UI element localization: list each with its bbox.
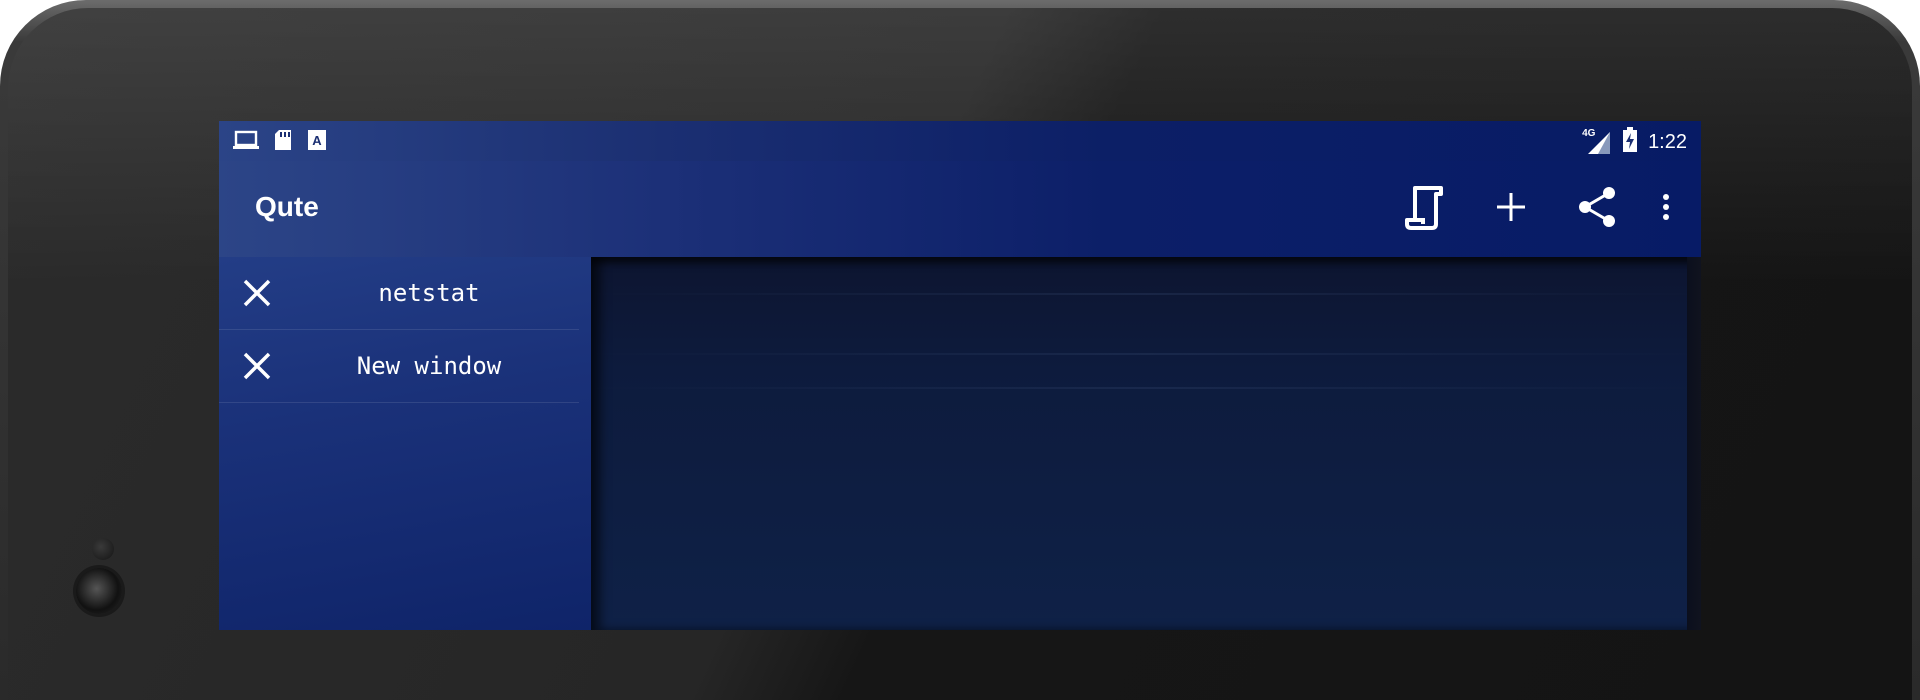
terminal-line <box>591 293 1701 295</box>
app-toolbar: Qute <box>219 161 1701 257</box>
status-bar-notifications: A <box>233 129 327 156</box>
battery-charging-icon <box>1622 127 1638 158</box>
terminal-line <box>591 387 1701 389</box>
app-title: Qute <box>255 191 319 222</box>
terminal-view[interactable] <box>591 257 1701 630</box>
svg-text:A: A <box>312 133 322 148</box>
keyboard-a-icon: A <box>307 129 327 156</box>
tablet-screen: A 4G 1:22 Qute netstat New window <box>219 121 1701 630</box>
light-sensor <box>92 538 114 560</box>
scroll-icon <box>1403 184 1447 235</box>
scroll-button[interactable] <box>1401 185 1449 233</box>
clock: 1:22 <box>1648 131 1687 153</box>
close-icon <box>237 279 277 317</box>
close-window-button[interactable] <box>237 346 277 386</box>
window-list-panel: netstat New window <box>219 257 591 630</box>
window-list-item[interactable]: netstat <box>219 257 579 330</box>
front-camera <box>76 568 122 614</box>
add-icon <box>1495 191 1527 228</box>
close-icon <box>237 352 277 390</box>
close-window-button[interactable] <box>237 273 277 313</box>
share-icon <box>1577 185 1617 234</box>
network-type-label: 4G <box>1582 127 1596 139</box>
overflow-menu-button[interactable] <box>1659 185 1673 233</box>
window-title[interactable]: New window <box>279 330 579 402</box>
window-title[interactable]: netstat <box>279 257 579 329</box>
laptop-icon <box>233 129 259 156</box>
signal-icon: 4G <box>1582 127 1612 156</box>
share-button[interactable] <box>1573 185 1621 233</box>
sd-card-icon <box>273 129 293 156</box>
status-bar: A 4G 1:22 <box>219 121 1701 161</box>
terminal-line <box>591 353 1701 355</box>
window-list-item[interactable]: New window <box>219 330 579 403</box>
toolbar-actions <box>1401 185 1673 233</box>
status-bar-system: 4G 1:22 <box>1582 127 1687 158</box>
new-window-button[interactable] <box>1487 185 1535 233</box>
more-vert-icon <box>1662 193 1670 226</box>
terminal-scroll-edge <box>1687 257 1701 630</box>
